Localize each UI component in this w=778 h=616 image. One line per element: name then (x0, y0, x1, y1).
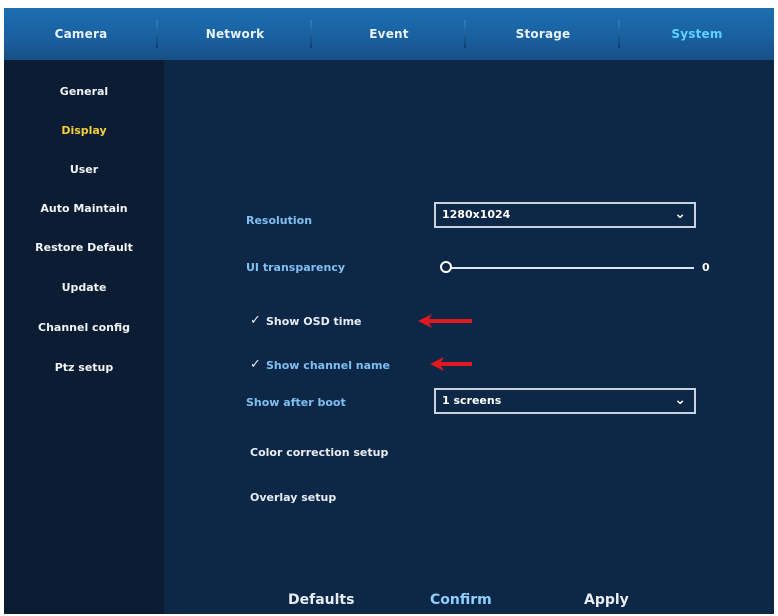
sidebar-item-update[interactable]: Update (4, 276, 164, 300)
ui-transparency-label: UI transparency (246, 261, 346, 274)
resolution-value: 1280x1024 (442, 208, 511, 221)
checkmark-icon: ✓ (250, 313, 261, 328)
sidebar-item-channel-config[interactable]: Channel config (4, 316, 164, 340)
defaults-button[interactable]: Defaults (288, 592, 354, 608)
sidebar-item-ptz-setup[interactable]: Ptz setup (4, 356, 164, 380)
transparency-value: 0 (702, 261, 710, 274)
tab-storage[interactable]: Storage (466, 8, 620, 60)
chevron-down-icon: ⌄ (674, 206, 686, 222)
red-arrow-icon (418, 314, 472, 328)
show-after-boot-select[interactable]: 1 screens ⌄ (434, 388, 696, 414)
sidebar-item-user[interactable]: User (4, 158, 164, 182)
confirm-button[interactable]: Confirm (430, 592, 492, 608)
top-tab-bar: Camera Network Event Storage System (4, 8, 774, 60)
sidebar-item-general[interactable]: General (4, 80, 164, 104)
chevron-down-icon: ⌄ (674, 392, 686, 408)
transparency-slider-handle[interactable] (440, 261, 452, 273)
red-arrow-icon (430, 357, 472, 371)
transparency-slider-track[interactable] (448, 267, 694, 269)
sidebar: General Display User Auto Maintain Resto… (4, 60, 164, 614)
sidebar-item-restore-default[interactable]: Restore Default (4, 236, 164, 260)
tab-system[interactable]: System (620, 8, 774, 60)
color-correction-setup-link[interactable]: Color correction setup (250, 446, 388, 459)
show-after-boot-label: Show after boot (246, 396, 346, 409)
sidebar-item-auto-maintain[interactable]: Auto Maintain (4, 197, 164, 221)
tab-label: Camera (54, 27, 108, 41)
tab-camera[interactable]: Camera (4, 8, 158, 60)
tab-event[interactable]: Event (312, 8, 466, 60)
tab-label: Event (369, 27, 409, 41)
show-after-boot-value: 1 screens (442, 394, 502, 407)
tab-network[interactable]: Network (158, 8, 312, 60)
sidebar-item-display[interactable]: Display (4, 119, 164, 143)
apply-button[interactable]: Apply (584, 592, 629, 608)
tab-label: Network (205, 27, 265, 41)
show-channel-name-label: Show channel name (266, 359, 390, 372)
tab-label: System (671, 27, 723, 41)
checkmark-icon: ✓ (250, 357, 261, 372)
tab-label: Storage (515, 27, 571, 41)
show-osd-time-label: Show OSD time (266, 315, 362, 328)
resolution-select[interactable]: 1280x1024 ⌄ (434, 202, 696, 228)
dvr-settings-window: Camera Network Event Storage System Gene… (4, 8, 774, 614)
display-settings-panel: Resolution 1280x1024 ⌄ UI transparency 0… (164, 60, 774, 614)
overlay-setup-link[interactable]: Overlay setup (250, 491, 336, 504)
resolution-label: Resolution (246, 214, 313, 227)
